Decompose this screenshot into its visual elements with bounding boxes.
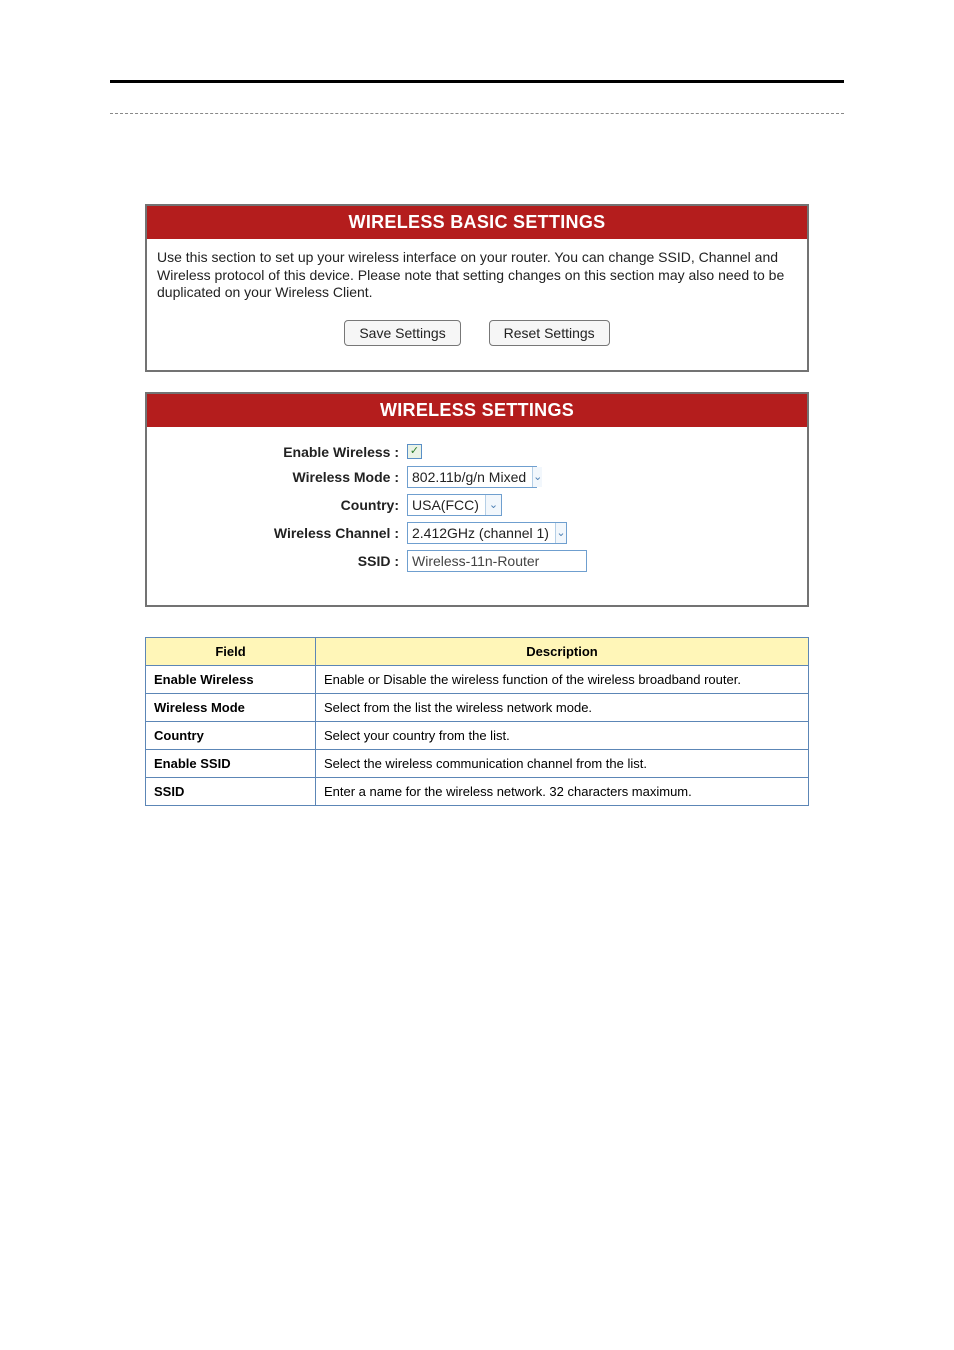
ssid-label: SSID : (157, 553, 407, 569)
reset-settings-button[interactable]: Reset Settings (489, 320, 610, 346)
row-label: SSID (146, 777, 316, 805)
chevron-down-icon: ⌄ (555, 523, 566, 543)
chevron-down-icon: ⌄ (485, 495, 501, 515)
panel-title-basic: WIRELESS BASIC SETTINGS (147, 206, 807, 239)
table-row: Country Select your country from the lis… (146, 721, 809, 749)
save-settings-button[interactable]: Save Settings (344, 320, 460, 346)
panel-title-settings: WIRELESS SETTINGS (147, 394, 807, 427)
row-desc: Enter a name for the wireless network. 3… (316, 777, 809, 805)
table-header-row: Field Description (146, 637, 809, 665)
dashed-separator (110, 113, 844, 114)
enable-wireless-label: Enable Wireless : (157, 444, 407, 460)
enable-wireless-checkbox[interactable]: ✓ (407, 444, 422, 459)
header-description: Description (316, 637, 809, 665)
row-label: Enable Wireless (146, 665, 316, 693)
wireless-mode-label: Wireless Mode : (157, 469, 407, 485)
header-field: Field (146, 637, 316, 665)
wireless-mode-value: 802.11b/g/n Mixed (412, 469, 532, 485)
row-desc: Enable or Disable the wireless function … (316, 665, 809, 693)
wireless-channel-label: Wireless Channel : (157, 525, 407, 541)
wireless-basic-settings-panel: WIRELESS BASIC SETTINGS Use this section… (145, 204, 809, 372)
table-row: Wireless Mode Select from the list the w… (146, 693, 809, 721)
wireless-channel-value: 2.412GHz (channel 1) (412, 525, 555, 541)
row-label: Wireless Mode (146, 693, 316, 721)
wireless-channel-select[interactable]: 2.412GHz (channel 1) ⌄ (407, 522, 567, 544)
table-row: Enable Wireless Enable or Disable the wi… (146, 665, 809, 693)
wireless-mode-select[interactable]: 802.11b/g/n Mixed ⌄ (407, 466, 537, 488)
row-desc: Select your country from the list. (316, 721, 809, 749)
row-label: Country (146, 721, 316, 749)
table-row: Enable SSID Select the wireless communic… (146, 749, 809, 777)
wireless-settings-panel: WIRELESS SETTINGS Enable Wireless : ✓ Wi… (145, 392, 809, 607)
country-value: USA(FCC) (412, 497, 485, 513)
ssid-input[interactable] (407, 550, 587, 572)
country-select[interactable]: USA(FCC) ⌄ (407, 494, 502, 516)
field-description-table: Field Description Enable Wireless Enable… (145, 637, 809, 806)
table-row: SSID Enter a name for the wireless netwo… (146, 777, 809, 805)
row-desc: Select from the list the wireless networ… (316, 693, 809, 721)
row-label: Enable SSID (146, 749, 316, 777)
top-rule (110, 80, 844, 83)
row-desc: Select the wireless communication channe… (316, 749, 809, 777)
chevron-down-icon: ⌄ (532, 467, 542, 487)
basic-description: Use this section to set up your wireless… (157, 249, 797, 302)
country-label: Country: (157, 497, 407, 513)
